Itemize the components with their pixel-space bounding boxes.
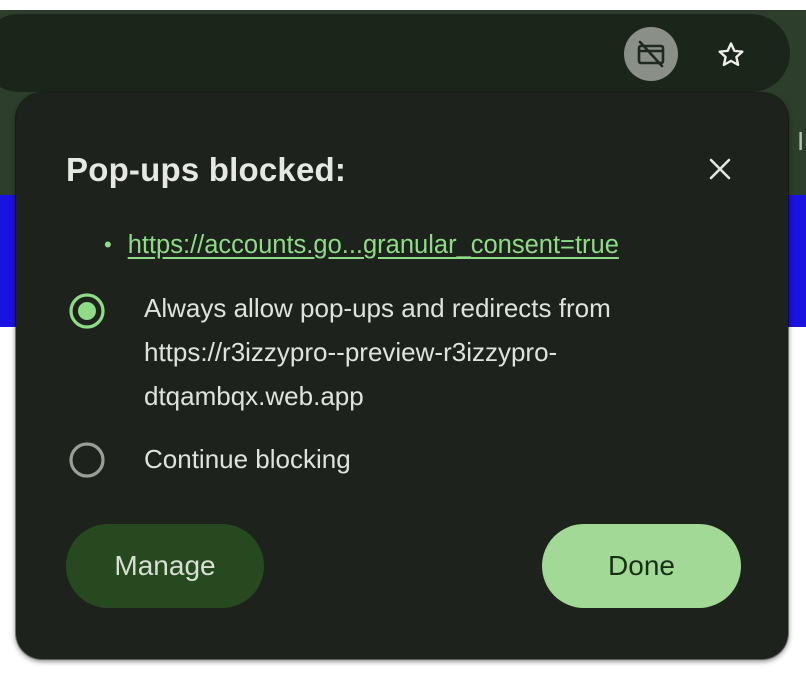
popup-blocked-icon[interactable] xyxy=(624,27,678,81)
always-allow-label[interactable]: Always allow pop-ups and redirects from … xyxy=(144,286,744,418)
page-text-fragment: I xyxy=(797,126,805,156)
dialog-title: Pop-ups blocked: xyxy=(66,151,347,188)
radio-always-allow[interactable] xyxy=(67,291,107,331)
continue-blocking-label[interactable]: Continue blocking xyxy=(144,437,744,481)
window-top-strip xyxy=(0,0,806,10)
manage-button[interactable]: Manage xyxy=(66,524,264,608)
always-allow-label-line3: dtqambqx.web.app xyxy=(144,381,364,411)
browser-window: I Pop-ups blocked: • https://accounts.go.… xyxy=(0,0,806,675)
always-allow-label-line2: https://r3izzypro--preview-r3izzypro- xyxy=(144,337,558,367)
star-icon[interactable] xyxy=(708,32,754,78)
popups-blocked-dialog: Pop-ups blocked: • https://accounts.go...… xyxy=(16,93,788,659)
blocked-url-link[interactable]: https://accounts.go...granular_consent=t… xyxy=(128,229,619,261)
radio-continue-blocking[interactable] xyxy=(67,440,107,480)
close-icon[interactable] xyxy=(700,149,740,189)
continue-blocking-label-text: Continue blocking xyxy=(144,444,351,474)
list-bullet: • xyxy=(104,232,112,257)
blocked-url-item: • https://accounts.go...granular_consent=… xyxy=(104,229,744,263)
done-button[interactable]: Done xyxy=(542,524,741,608)
always-allow-label-line1: Always allow pop-ups and redirects from xyxy=(144,293,611,323)
